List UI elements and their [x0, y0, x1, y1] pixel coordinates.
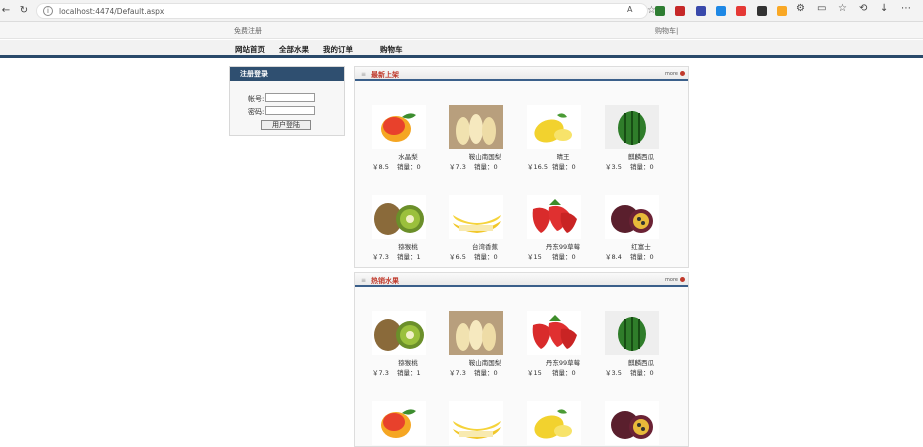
download-icon[interactable]: ↓: [880, 3, 888, 14]
password-input[interactable]: [265, 106, 315, 115]
extension-icon[interactable]: [675, 6, 685, 16]
product-image[interactable]: [449, 195, 503, 239]
menu-item-orders[interactable]: 我的订单: [323, 44, 353, 55]
site-info-icon[interactable]: i: [43, 6, 53, 16]
product-price: ￥7.3: [449, 369, 466, 377]
extension-icon[interactable]: [655, 6, 665, 16]
product-sales: 销量：1: [397, 369, 421, 377]
browser-toolbar: ← ↻ i localhost:4474/Default.aspx A ☆ ⚙ …: [0, 0, 923, 22]
product-price: ￥8.5: [372, 163, 389, 171]
extension-icon[interactable]: [777, 6, 787, 16]
account-label: 帐号:: [248, 95, 265, 103]
section-header: ≡ 热销水果 more: [355, 273, 688, 287]
menu-item-all-fruits[interactable]: 全部水果: [279, 44, 309, 55]
split-screen-icon[interactable]: ▭: [817, 3, 826, 14]
product-image[interactable]: [527, 105, 581, 149]
product-price: ￥16.5: [527, 163, 548, 171]
product-image[interactable]: [449, 311, 503, 355]
product-price: ￥15: [527, 369, 542, 377]
login-box: 注册登录 帐号: 密码: 用户登陆: [229, 66, 345, 136]
address-bar[interactable]: i localhost:4474/Default.aspx A ☆: [36, 3, 656, 19]
history-icon[interactable]: ⟲: [859, 3, 867, 14]
product-image[interactable]: [449, 401, 503, 445]
product-image[interactable]: [605, 401, 659, 445]
product-sales: 销量：0: [630, 253, 654, 261]
product-sales: 销量：0: [397, 163, 421, 171]
product-name[interactable]: 丹东99草莓: [527, 241, 599, 251]
product-price: ￥8.4: [605, 253, 622, 261]
favorites-icon[interactable]: ☆: [838, 3, 847, 14]
product-price: ￥7.3: [372, 253, 389, 261]
product-sales: 销量：0: [474, 163, 498, 171]
section-header-icon: ≡: [361, 71, 367, 78]
register-link[interactable]: 免费注册: [234, 26, 262, 36]
main-menu: 网站首页 全部水果 我的订单 购物车: [0, 40, 923, 58]
product-image[interactable]: [372, 105, 426, 149]
refresh-icon[interactable]: ↻: [18, 5, 30, 17]
url-text[interactable]: localhost:4474/Default.aspx: [59, 6, 164, 18]
login-title: 注册登录: [230, 67, 344, 81]
product-price: ￥15: [527, 253, 542, 261]
account-input[interactable]: [265, 93, 315, 102]
product-sales: 销量：0: [474, 369, 498, 377]
product-name[interactable]: 麒麟西瓜: [605, 357, 677, 367]
more-arrow-icon[interactable]: [680, 277, 685, 282]
section-header-icon: ≡: [361, 277, 367, 284]
product-sales: 销量：0: [630, 163, 654, 171]
product-sales: 销量：1: [397, 253, 421, 261]
menu-icon[interactable]: ⋯: [901, 3, 911, 14]
product-price: ￥3.5: [605, 163, 622, 171]
product-image[interactable]: [527, 195, 581, 239]
product-image[interactable]: [372, 195, 426, 239]
login-button[interactable]: 用户登陆: [261, 120, 311, 130]
extension-icon[interactable]: [716, 6, 726, 16]
section-new-arrivals: ≡ 最新上架 more 水晶梨 ￥8.5 销量：0 鞍山南国梨 ￥7.3 销量：0 晴王 ￥1…: [354, 66, 689, 268]
product-name[interactable]: 丹东99草莓: [527, 357, 599, 367]
product-name[interactable]: 水晶梨: [372, 151, 444, 161]
product-name[interactable]: 鞍山南国梨: [449, 357, 521, 367]
back-icon[interactable]: ←: [0, 5, 12, 17]
extension-icon[interactable]: [736, 6, 746, 16]
product-sales: 销量：0: [552, 253, 576, 261]
product-sales: 销量：0: [552, 369, 576, 377]
product-price: ￥6.5: [449, 253, 466, 261]
product-name[interactable]: 台湾香蕉: [449, 241, 521, 251]
product-name[interactable]: 猕猴桃: [372, 241, 444, 251]
product-image[interactable]: [372, 401, 426, 445]
section-title: 热销水果: [371, 277, 399, 285]
more-link[interactable]: more: [665, 277, 678, 283]
menu-item-cart[interactable]: 购物车: [380, 44, 403, 55]
product-name[interactable]: 红富士: [605, 241, 677, 251]
product-image[interactable]: [605, 195, 659, 239]
more-arrow-icon[interactable]: [680, 71, 685, 76]
product-name[interactable]: 麒麟西瓜: [605, 151, 677, 161]
product-sales: 销量：0: [552, 163, 576, 171]
product-name[interactable]: 猕猴桃: [372, 357, 444, 367]
extension-icon[interactable]: [757, 6, 767, 16]
product-image[interactable]: [605, 311, 659, 355]
extension-icon[interactable]: [696, 6, 706, 16]
product-price: ￥7.3: [449, 163, 466, 171]
extensions-icon[interactable]: ⚙: [796, 3, 805, 14]
read-aloud-icon[interactable]: A: [627, 5, 632, 14]
site-top-bar: 免费注册 购物车|: [0, 22, 923, 39]
product-image[interactable]: [605, 105, 659, 149]
product-price: ￥3.5: [605, 369, 622, 377]
more-link[interactable]: more: [665, 71, 678, 77]
product-image[interactable]: [449, 105, 503, 149]
section-header: ≡ 最新上架 more: [355, 67, 688, 81]
product-name[interactable]: 晴王: [527, 151, 599, 161]
product-image[interactable]: [527, 311, 581, 355]
menu-item-home[interactable]: 网站首页: [235, 44, 265, 55]
product-sales: 销量：0: [630, 369, 654, 377]
product-image[interactable]: [527, 401, 581, 445]
cart-link[interactable]: 购物车|: [655, 26, 678, 36]
section-hot-sellers: ≡ 热销水果 more 猕猴桃 ￥7.3 销量：1 鞍山南国梨 ￥7.3 销量：0 丹东99…: [354, 272, 689, 447]
product-image[interactable]: [372, 311, 426, 355]
password-label: 密码:: [248, 108, 265, 116]
product-sales: 销量：0: [474, 253, 498, 261]
product-price: ￥7.3: [372, 369, 389, 377]
product-name[interactable]: 鞍山南国梨: [449, 151, 521, 161]
section-title: 最新上架: [371, 71, 399, 79]
